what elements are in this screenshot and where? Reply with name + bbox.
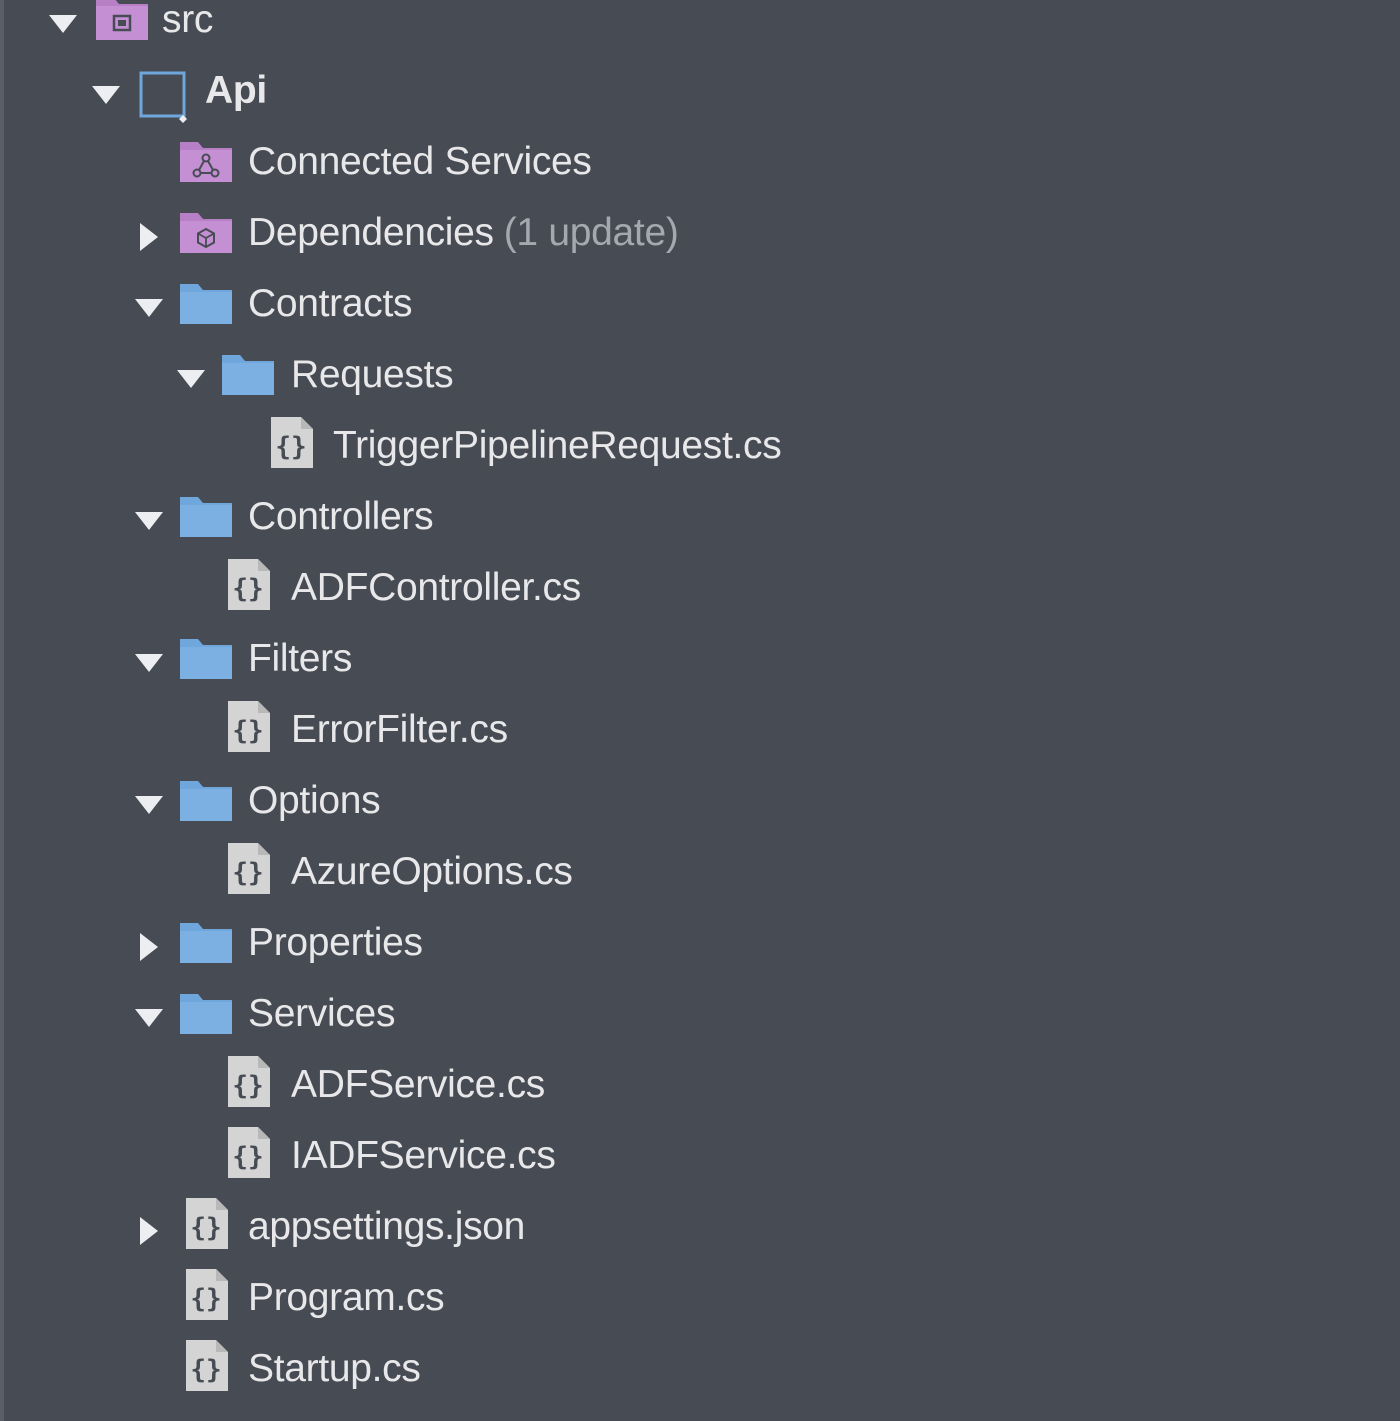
tree-item-label: ADFService.cs — [291, 1063, 545, 1106]
expanded-chevron-icon[interactable] — [134, 293, 164, 323]
tree-item-label: TriggerPipelineRequest.cs — [333, 424, 782, 467]
tree-item-label: ErrorFilter.cs — [291, 708, 508, 751]
tree-item-label: appsettings.json — [248, 1205, 526, 1248]
collapsed-chevron-icon[interactable] — [134, 1216, 164, 1246]
csharp-file-icon — [221, 698, 277, 754]
tree-item-label: Properties — [248, 921, 423, 964]
solution-tree: src Api Connected Services Dependencies(… — [0, 0, 1400, 1421]
tree-item-label: Requests — [291, 353, 454, 396]
folder-icon — [178, 627, 234, 683]
expanded-chevron-icon[interactable] — [134, 790, 164, 820]
tree-item-label: Contracts — [248, 282, 413, 325]
tree-item-filters[interactable]: Filters — [0, 627, 1400, 698]
tree-item-appsettings[interactable]: appsettings.json — [0, 1195, 1400, 1266]
tree-item-trigger-pipeline-request[interactable]: TriggerPipelineRequest.cs — [0, 414, 1400, 485]
project-icon — [139, 71, 187, 123]
expanded-chevron-icon[interactable] — [134, 506, 164, 536]
tree-item-controllers[interactable]: Controllers — [0, 485, 1400, 556]
tree-item-contracts[interactable]: Contracts — [0, 272, 1400, 343]
tree-item-azure-options[interactable]: AzureOptions.cs — [0, 840, 1400, 911]
json-file-icon — [179, 1195, 235, 1251]
connected-services-icon — [178, 130, 234, 186]
tree-item-label: AzureOptions.cs — [291, 850, 573, 893]
csharp-file-icon — [179, 1337, 235, 1393]
csharp-file-icon — [179, 1266, 235, 1322]
tree-item-label: IADFService.cs — [291, 1134, 556, 1177]
folder-icon — [178, 485, 234, 541]
tree-item-label: Dependencies (1 update) — [248, 205, 679, 261]
tree-item-services[interactable]: Services — [0, 982, 1400, 1053]
tree-item-api[interactable]: Api — [0, 59, 1400, 130]
folder-icon — [178, 769, 234, 825]
expanded-chevron-icon[interactable] — [176, 364, 206, 394]
tree-item-program[interactable]: Program.cs — [0, 1266, 1400, 1337]
tree-item-label: ADFController.cs — [291, 566, 581, 609]
tree-item-label: Connected Services — [248, 140, 592, 183]
tree-item-startup[interactable]: Startup.cs — [0, 1337, 1400, 1408]
tree-item-label: Options — [248, 779, 381, 822]
csharp-file-icon — [221, 556, 277, 612]
tree-item-adf-service[interactable]: ADFService.cs — [0, 1053, 1400, 1124]
csharp-file-icon — [221, 840, 277, 896]
tree-item-dependencies[interactable]: Dependencies (1 update) — [0, 201, 1400, 272]
tree-item-connected-services[interactable]: Connected Services — [0, 130, 1400, 201]
tree-item-properties[interactable]: Properties — [0, 911, 1400, 982]
tree-item-label: Api — [205, 69, 267, 112]
tree-item-label: Filters — [248, 637, 353, 680]
folder-icon — [178, 272, 234, 328]
csharp-file-icon — [221, 1124, 277, 1180]
tree-item-adf-controller[interactable]: ADFController.cs — [0, 556, 1400, 627]
csharp-file-icon — [221, 1053, 277, 1109]
tree-item-options[interactable]: Options — [0, 769, 1400, 840]
dependencies-icon — [178, 201, 234, 257]
tree-item-label: src — [162, 0, 214, 41]
tree-item-label: Controllers — [248, 495, 434, 538]
tree-item-label: Program.cs — [248, 1276, 445, 1319]
dependencies-label: Dependencies — [248, 211, 494, 254]
collapsed-chevron-icon[interactable] — [134, 222, 164, 252]
tree-item-iadf-service[interactable]: IADFService.cs — [0, 1124, 1400, 1195]
tree-item-label: Startup.cs — [248, 1347, 421, 1390]
expanded-chevron-icon[interactable] — [91, 80, 121, 110]
csharp-file-icon — [264, 414, 320, 470]
folder-icon — [178, 982, 234, 1038]
tree-item-error-filter[interactable]: ErrorFilter.cs — [0, 698, 1400, 769]
tree-item-label: Services — [248, 992, 396, 1035]
update-hint: (1 update) — [503, 211, 679, 254]
tree-item-requests[interactable]: Requests — [0, 343, 1400, 414]
expanded-chevron-icon[interactable] — [134, 648, 164, 678]
tree-item-src[interactable]: src — [0, 0, 1400, 59]
expanded-chevron-icon[interactable] — [134, 1003, 164, 1033]
folder-icon — [220, 343, 276, 399]
collapsed-chevron-icon[interactable] — [134, 932, 164, 962]
folder-icon — [178, 911, 234, 967]
solution-folder-icon — [96, 0, 148, 40]
expanded-chevron-icon[interactable] — [48, 9, 78, 39]
